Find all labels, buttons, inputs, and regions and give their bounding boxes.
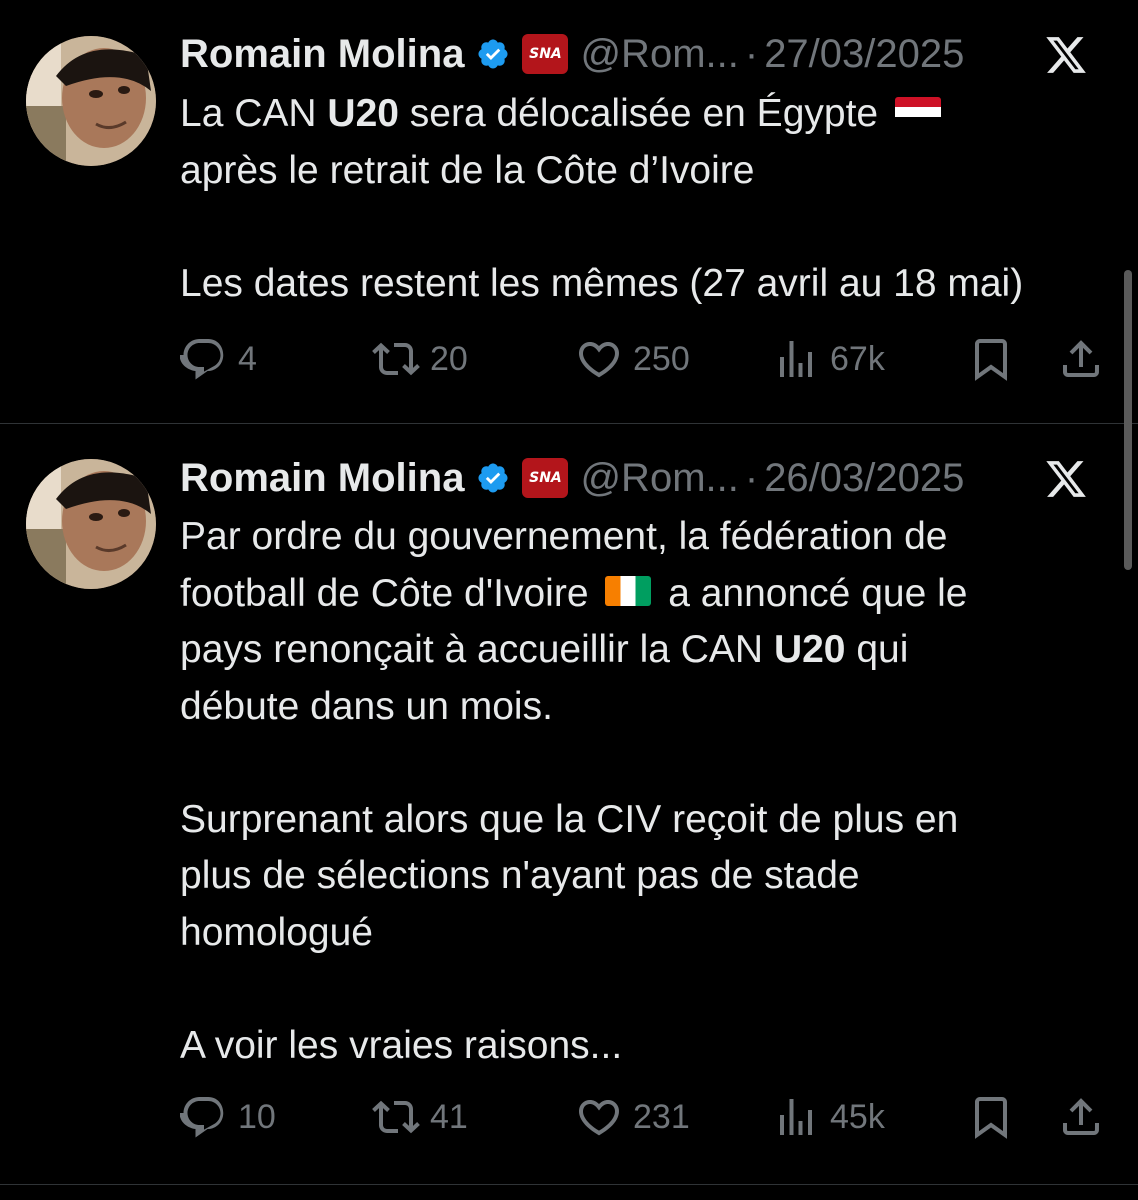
like-count: 231: [633, 1097, 690, 1136]
reply-icon: [180, 339, 224, 380]
bookmark-icon: [975, 1097, 1007, 1139]
tweet-text-part: qui débute dans un mois. Surprenant alor…: [180, 628, 959, 1067]
tweet-text: Par ordre du gouvernement, la fédération…: [180, 509, 1110, 1074]
author-name[interactable]: Romain Molina: [180, 32, 464, 77]
share-button[interactable]: [1057, 335, 1105, 383]
affiliate-badge[interactable]: SNA: [522, 458, 569, 498]
tweet-text-bold: U20: [773, 628, 846, 671]
tweet-divider: [0, 1184, 1138, 1185]
scrollbar-thumb[interactable]: [1124, 270, 1132, 570]
tweet-text-part: La CAN: [180, 92, 328, 135]
tweet-header: Romain Molina SNA @Rom... · 27/03/2025: [180, 26, 1120, 82]
x-logo-icon: [1046, 461, 1086, 497]
x-logo-icon: [1046, 37, 1086, 73]
author-handle[interactable]: @Rom...: [580, 456, 738, 501]
views-count: 67k: [830, 339, 885, 378]
avatar-photo: [26, 36, 156, 166]
tweet-text: La CAN U20 sera délocalisée en Égypte ap…: [180, 86, 1110, 312]
tweet-header: Romain Molina SNA @Rom... · 26/03/2025: [180, 450, 1120, 506]
tweet-date[interactable]: 27/03/2025: [764, 32, 964, 77]
affiliate-badge[interactable]: SNA: [522, 34, 569, 74]
reply-button[interactable]: 10: [180, 1093, 276, 1141]
tweet-date[interactable]: 26/03/2025: [764, 456, 964, 501]
author-handle[interactable]: @Rom...: [580, 32, 738, 77]
heart-icon: [578, 342, 620, 378]
share-icon: [1063, 340, 1099, 377]
repost-count: 41: [430, 1097, 468, 1136]
timeline-feed: Romain Molina SNA @Rom... · 27/03/2025 L…: [0, 0, 1138, 1200]
share-icon: [1063, 1098, 1099, 1135]
tweet-text-bold: U20: [327, 92, 399, 135]
tweet-actions: 10 41 231 45k: [180, 1092, 1104, 1142]
views-count: 45k: [830, 1097, 885, 1136]
reply-icon: [180, 1097, 224, 1138]
verified-badge-icon: [478, 463, 508, 493]
ivory-coast-flag-icon: [605, 576, 652, 607]
tweet[interactable]: Romain Molina SNA @Rom... · 26/03/2025 P…: [0, 424, 1138, 1184]
verified-badge-icon: [478, 39, 508, 69]
repost-count: 20: [430, 339, 468, 378]
reply-button[interactable]: 4: [180, 335, 257, 383]
views-button[interactable]: 45k: [772, 1093, 885, 1141]
egypt-flag-icon: [894, 96, 941, 127]
repost-button[interactable]: 41: [372, 1093, 468, 1141]
avatar[interactable]: [26, 36, 156, 166]
avatar-photo: [26, 459, 156, 589]
tweet-text-part: après le retrait de la Côte d’Ivoire Les…: [180, 148, 1024, 305]
bookmark-button[interactable]: [967, 335, 1015, 383]
like-button[interactable]: 250: [575, 335, 690, 383]
author-name[interactable]: Romain Molina: [180, 456, 464, 501]
repost-icon: [372, 342, 420, 376]
separator-dot: ·: [744, 455, 759, 500]
reply-count: 10: [238, 1097, 276, 1136]
tweet-text-part: sera délocalisée en Égypte: [398, 92, 889, 135]
share-button[interactable]: [1057, 1093, 1105, 1141]
tweet-actions: 4 20 250 67k: [180, 334, 1104, 384]
like-button[interactable]: 231: [575, 1093, 690, 1141]
reply-count: 4: [238, 339, 257, 378]
views-icon: [780, 1099, 812, 1135]
views-icon: [780, 341, 812, 377]
tweet[interactable]: Romain Molina SNA @Rom... · 27/03/2025 L…: [0, 0, 1138, 423]
views-button[interactable]: 67k: [772, 335, 885, 383]
bookmark-icon: [975, 339, 1007, 381]
repost-icon: [372, 1100, 420, 1134]
bookmark-button[interactable]: [967, 1093, 1015, 1141]
repost-button[interactable]: 20: [372, 335, 468, 383]
avatar[interactable]: [26, 459, 156, 589]
separator-dot: ·: [744, 31, 759, 76]
heart-icon: [578, 1100, 620, 1136]
like-count: 250: [633, 339, 690, 378]
